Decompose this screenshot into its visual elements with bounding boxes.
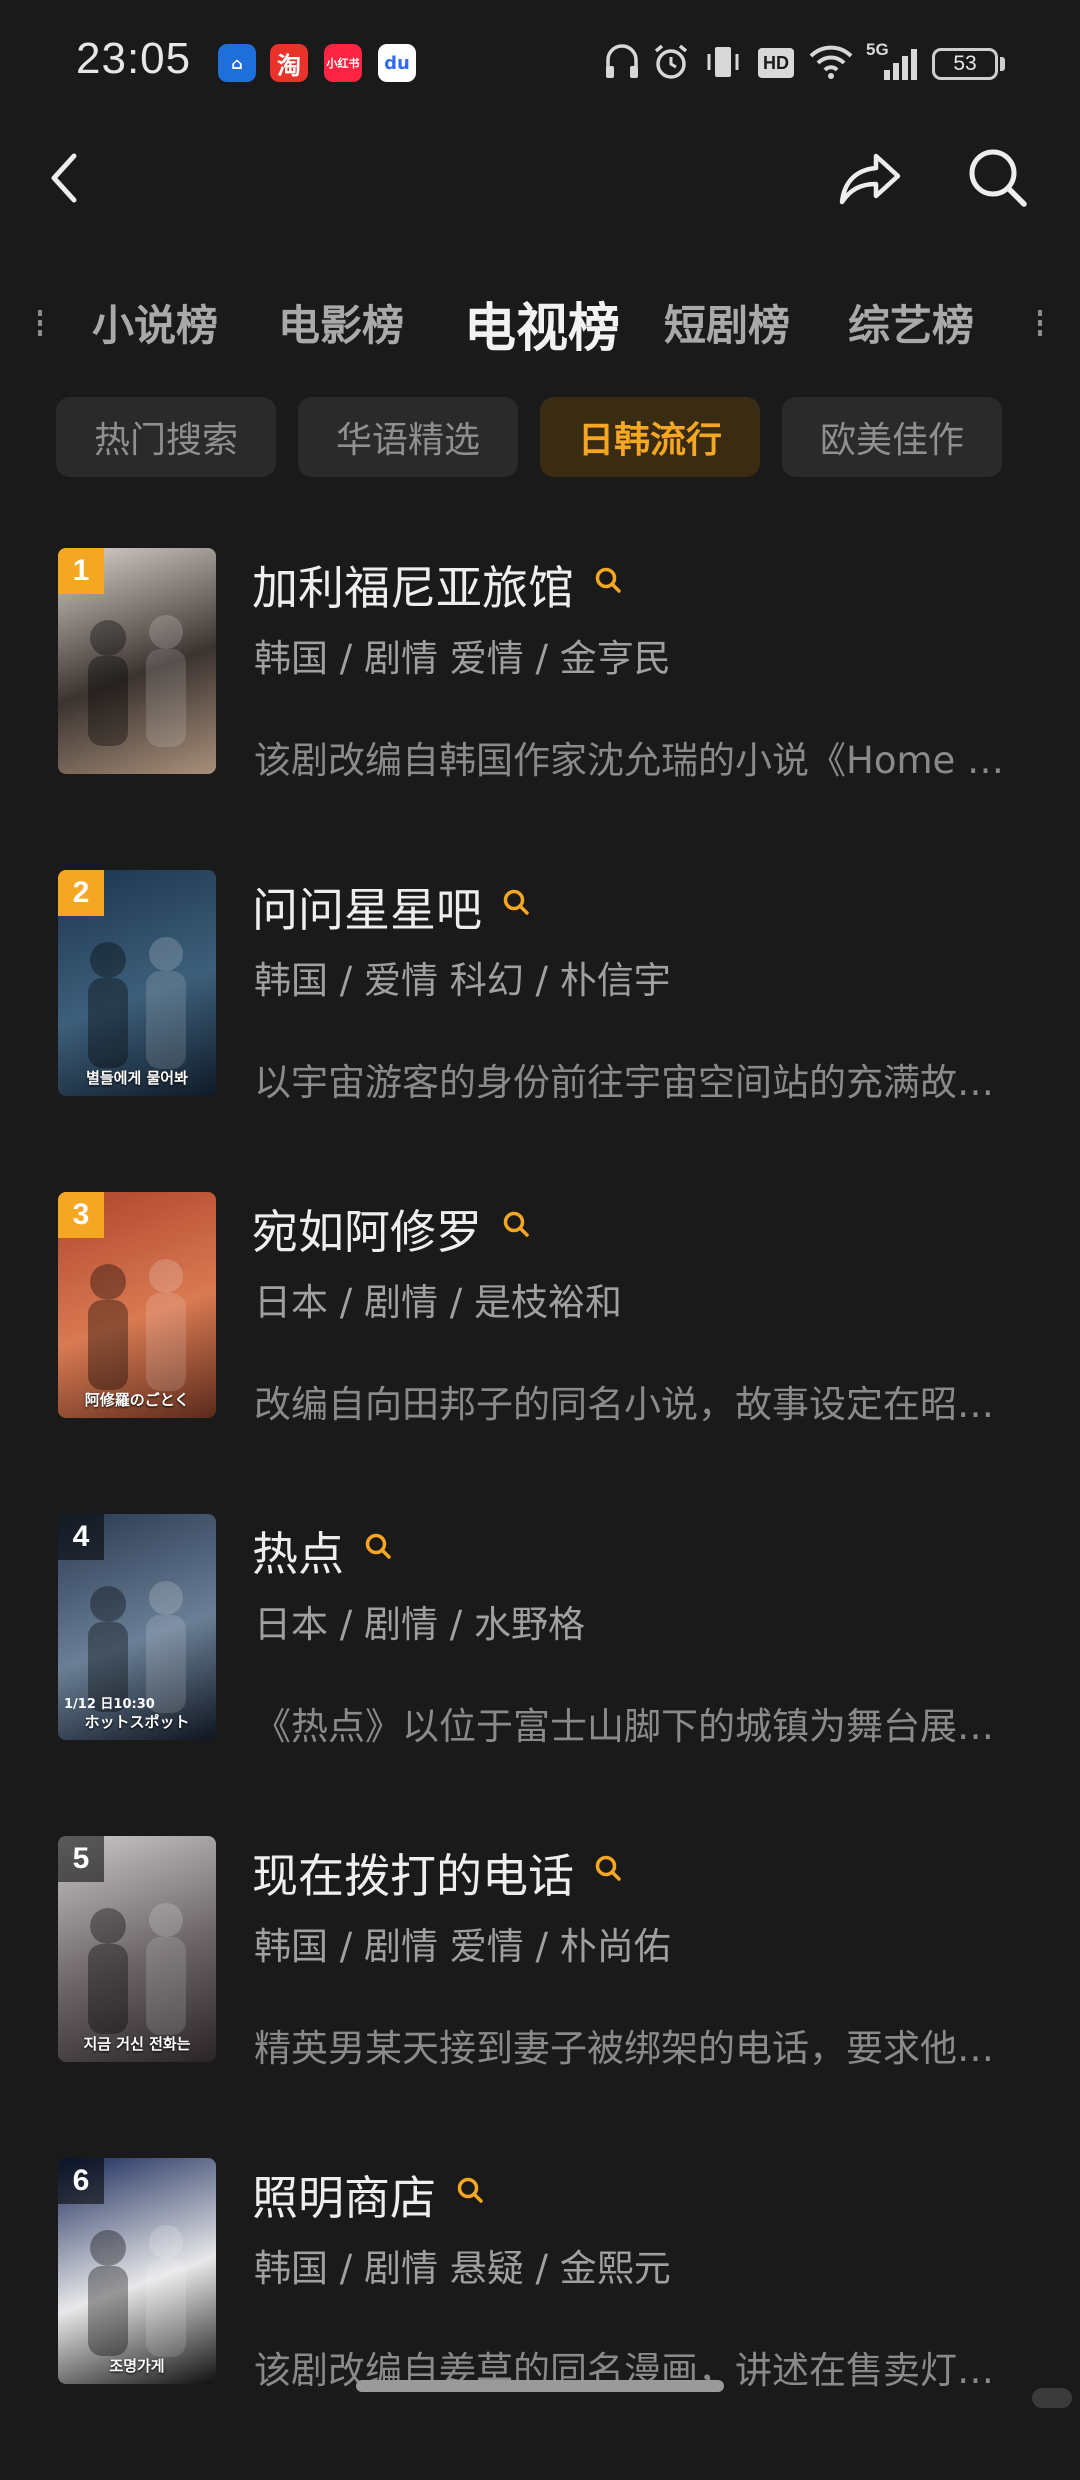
poster-caption: 阿修羅のごとく [84,1391,190,1409]
poster-caption: 지금 거신 전화는 [83,2035,191,2053]
back-arrow-icon[interactable] [44,150,84,206]
signal-icon [884,49,917,80]
tab-novel[interactable]: 小说榜 [92,292,218,353]
watermark-badge [1032,2388,1072,2408]
poster-date: 1/12 日10:30 [64,1697,155,1712]
category-tabs: 小说榜 电影榜 电视榜 短剧榜 综艺榜 [0,292,1080,362]
rank-badge: 1 [58,548,104,594]
item-title[interactable]: 现在拨打的电话 [252,1840,574,1906]
poster-image[interactable]: 조명가게 6 [58,2158,216,2384]
poster-image[interactable]: 1 [58,548,216,774]
item-title[interactable]: 问问星星吧 [252,874,482,940]
item-title[interactable]: 宛如阿修罗 [252,1196,482,1262]
tab-movie[interactable]: 电影榜 [278,292,404,353]
tabs-overflow-left-icon [38,310,42,336]
list-item[interactable]: 조명가게 6 照明商店 韩国 / 剧情 悬疑 / 金熙元 该剧改编自姜草的同名漫画，讲述… [0,2158,1080,2480]
xiaohongshu-app-icon: 小红书 [324,44,362,82]
tab-tv[interactable]: 电视榜 [464,286,620,361]
item-title[interactable]: 照明商店 [252,2162,436,2228]
rank-badge: 2 [58,870,104,916]
poster-caption: 별들에게 물어봐 [86,1069,188,1087]
item-description: 以宇宙游客的身份前往宇宙空间站的充满故事的爱情 [254,1061,1008,1104]
chip-chinese[interactable]: 华语精选 [298,397,518,477]
battery-tip [1000,57,1005,71]
wifi-icon [809,45,853,79]
title-search-icon[interactable] [502,888,530,916]
chip-hot-search[interactable]: 热门搜索 [56,397,276,477]
item-meta: 韩国 / 剧情 爱情 / 朴尚佑 [254,1925,671,1968]
item-description: 改编自向田邦子的同名小说，故事设定在昭和时代 [254,1383,1008,1426]
battery-icon: 53 [932,48,998,80]
chip-western[interactable]: 欧美佳作 [782,397,1002,477]
poster-caption: 조명가게 [109,2357,165,2375]
headphones-icon [606,44,638,78]
title-search-icon[interactable] [594,1854,622,1882]
item-description: 该剧改编自韩国作家沈允瑞的小说《Home Sweet Home》 [254,739,1008,782]
title-search-icon[interactable] [364,1532,392,1560]
hd-icon: HD [758,48,794,78]
baidu-app-icon: du [378,44,416,82]
rank-badge: 6 [58,2158,104,2204]
share-icon[interactable] [838,150,902,206]
item-meta: 日本 / 剧情 / 水野格 [254,1603,585,1646]
item-description: 《热点》以位于富士山脚下的城镇为舞台展开故事 [254,1705,1008,1748]
rank-badge: 5 [58,1836,104,1882]
item-meta: 韩国 / 剧情 爱情 / 金亨民 [254,637,671,680]
title-search-icon[interactable] [456,2176,484,2204]
status-bar: 23:05 ⌂ 淘 小红书 du HD 5G 53 [0,0,1080,128]
poster-image[interactable]: ホットスポット 1/12 日10:30 4 [58,1514,216,1740]
list-item[interactable]: 1 加利福尼亚旅馆韩国 / 剧情 爱情 / 金亨民该剧改编自韩国作家沈允瑞的小说《… [0,548,1080,870]
poster-image[interactable]: 지금 거신 전화는 5 [58,1836,216,2062]
status-time: 23:05 [76,34,192,83]
alarm-icon [654,44,688,79]
item-meta: 日本 / 剧情 / 是枝裕和 [254,1281,622,1324]
poster-image[interactable]: 阿修羅のごとく 3 [58,1192,216,1418]
item-title[interactable]: 加利福尼亚旅馆 [252,552,574,618]
item-meta: 韩国 / 爱情 科幻 / 朴信宇 [254,959,671,1002]
weather-app-icon: ⌂ [218,44,256,82]
list-item[interactable]: ホットスポット 1/12 日10:30 4 热点日本 / 剧情 / 水野格《热点》以位… [0,1514,1080,1836]
chip-jp-kr[interactable]: 日韩流行 [540,397,760,477]
taobao-app-icon: 淘 [270,44,308,82]
tab-variety[interactable]: 综艺榜 [848,292,974,353]
vibrate-icon [707,47,739,77]
home-indicator[interactable] [356,2380,724,2392]
list-item[interactable]: 阿修羅のごとく 3 宛如阿修罗日本 / 剧情 / 是枝裕和改编自向田邦子的同名小说，… [0,1192,1080,1514]
item-meta: 韩国 / 剧情 悬疑 / 金熙元 [254,2247,671,2290]
item-description: 精英男某天接到妻子被绑架的电话，要求他交出赎金 [254,2027,1008,2070]
list-item[interactable]: 지금 거신 전화는 5 现在拨打的电话韩国 / 剧情 爱情 / 朴尚佑精英男某天接到… [0,1836,1080,2158]
search-icon[interactable] [966,146,1028,208]
poster-image[interactable]: 별들에게 물어봐 2 [58,870,216,1096]
rank-badge: 4 [58,1514,104,1560]
list-item[interactable]: 별들에게 물어봐 2 问问星星吧韩国 / 爱情 科幻 / 朴信宇以宇宙游客的身份前往… [0,870,1080,1192]
tabs-overflow-right-icon [1038,310,1042,336]
poster-caption: ホットスポット [84,1713,190,1731]
title-search-icon[interactable] [502,1210,530,1238]
title-search-icon[interactable] [594,566,622,594]
rank-badge: 3 [58,1192,104,1238]
tab-short-drama[interactable]: 短剧榜 [664,292,790,353]
item-title[interactable]: 热点 [252,1518,344,1584]
